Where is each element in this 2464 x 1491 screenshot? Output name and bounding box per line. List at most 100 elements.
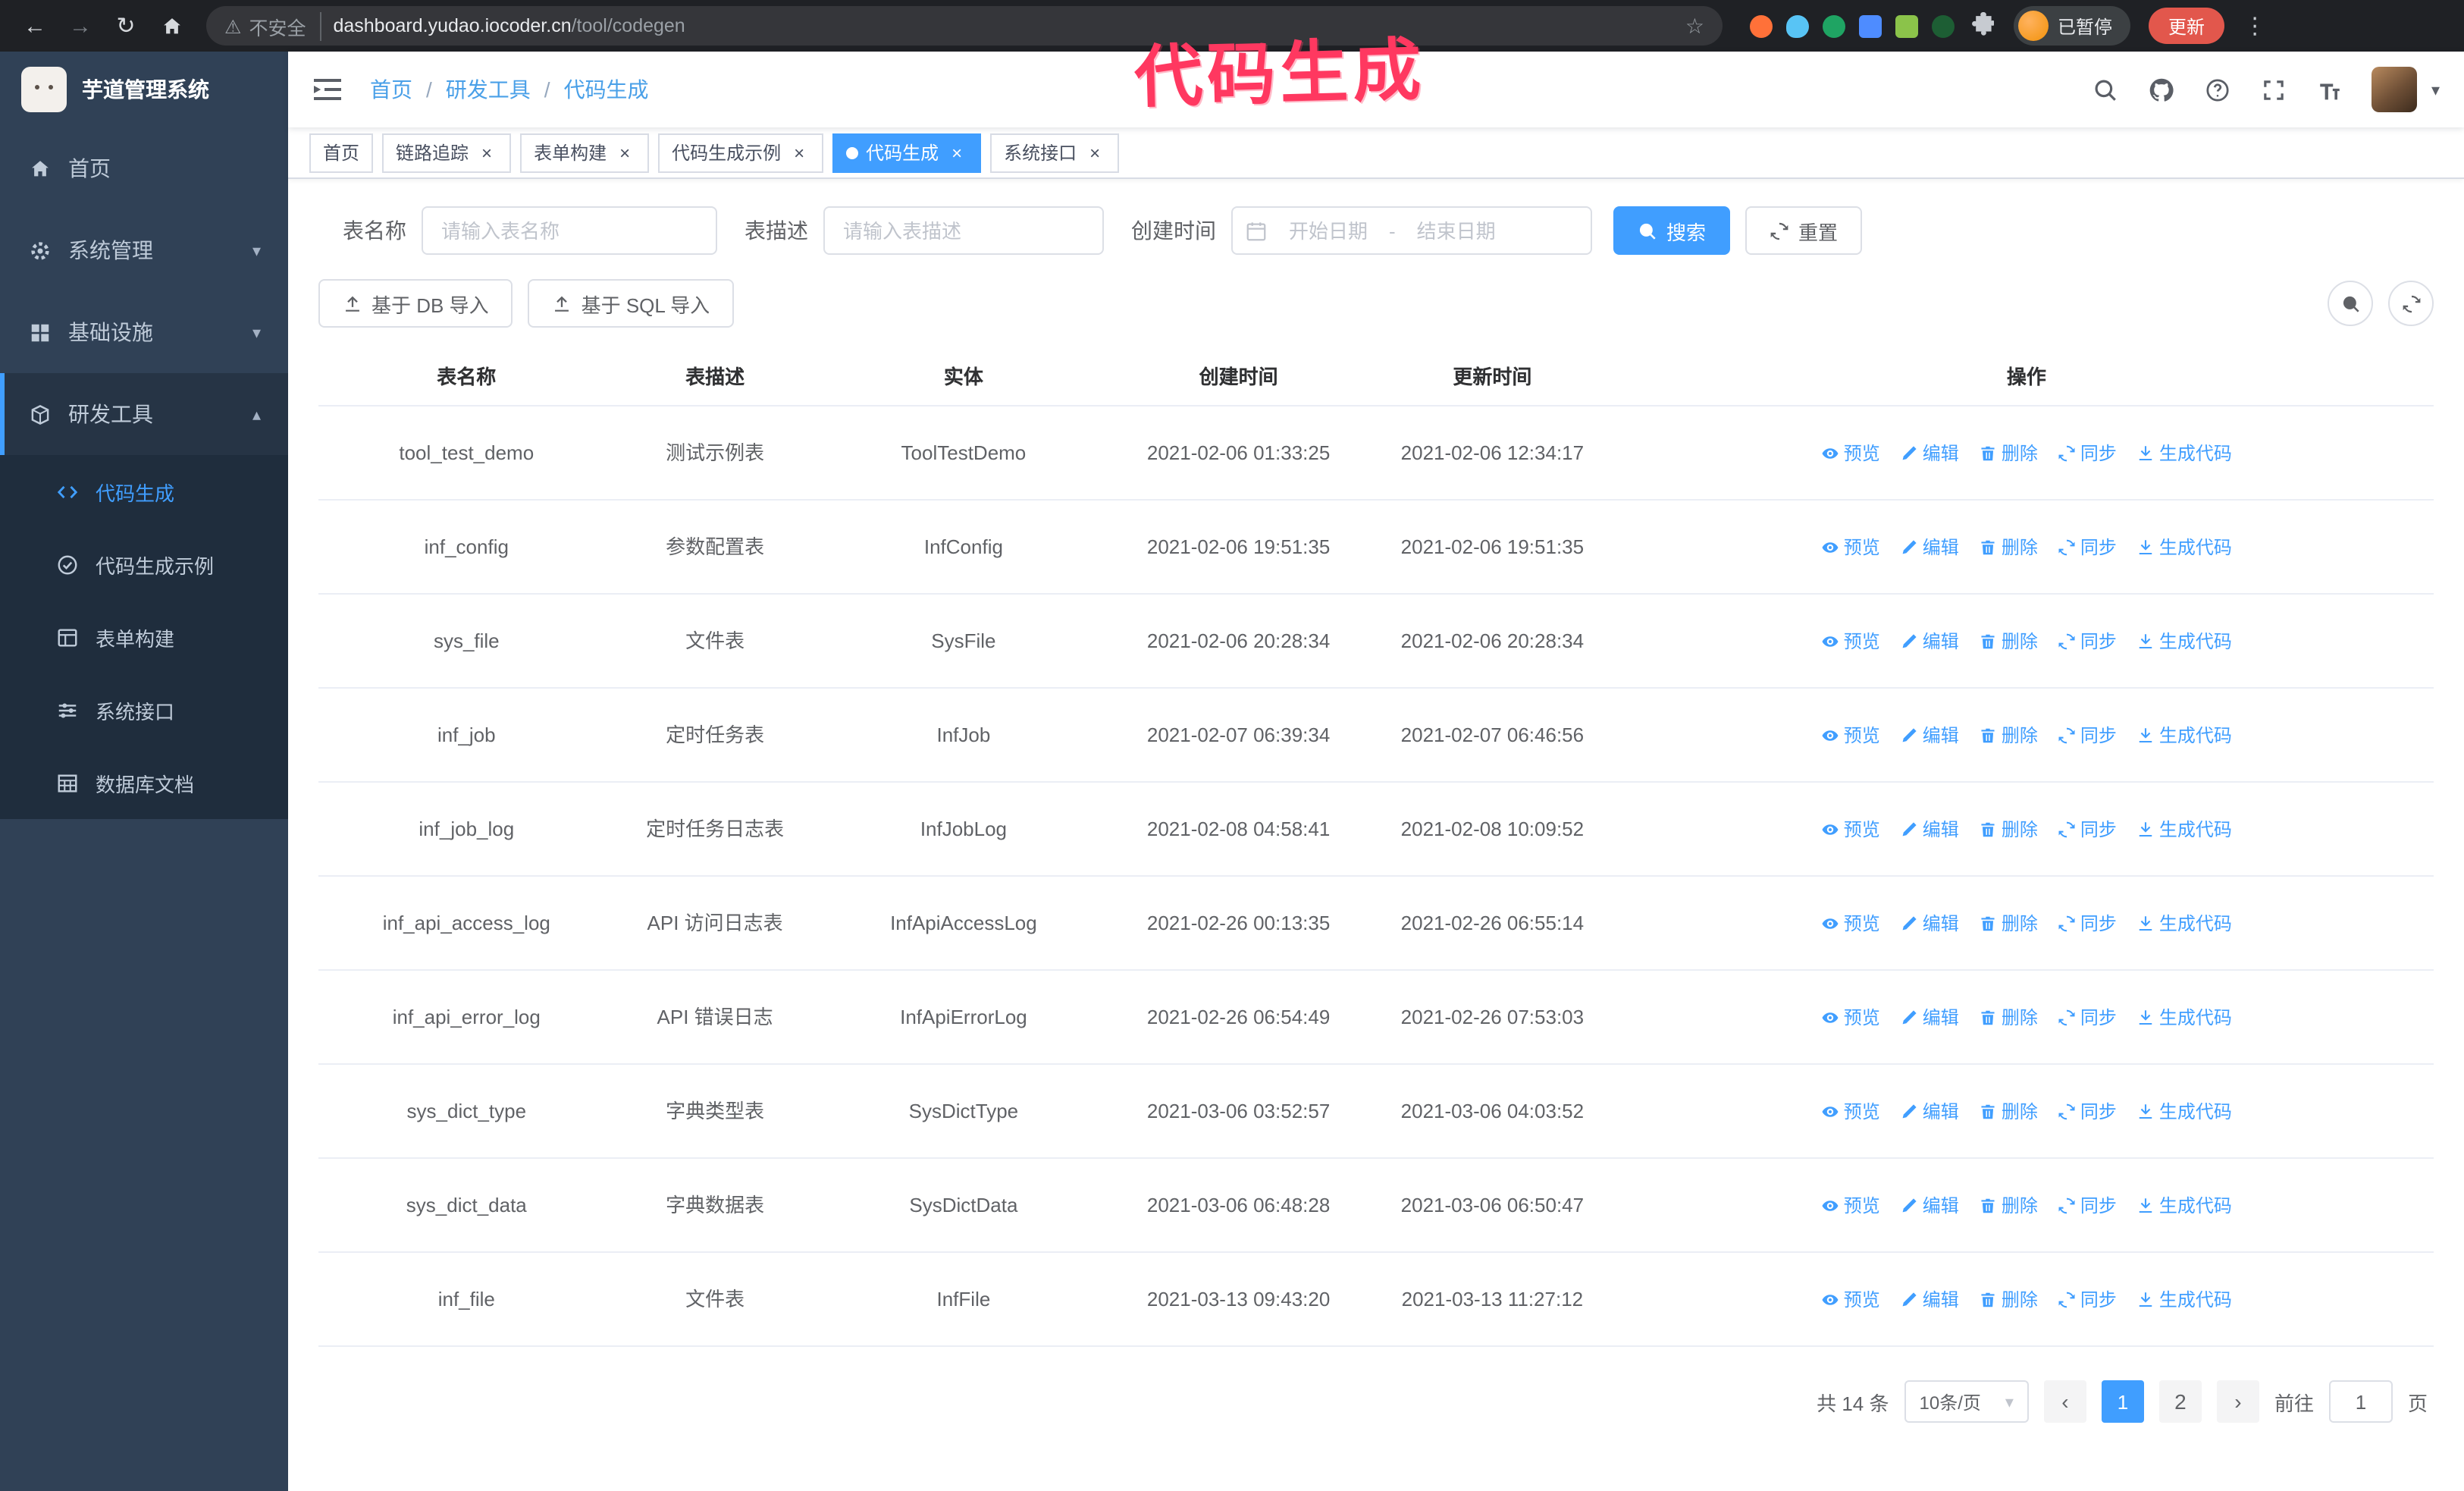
sidebar-item-dev-tools[interactable]: 研发工具 ▴ — [0, 373, 288, 455]
edit-link[interactable]: 编辑 — [1900, 627, 1959, 654]
hamburger-icon[interactable] — [312, 77, 343, 102]
preview-link[interactable]: 预览 — [1821, 721, 1880, 749]
sync-link[interactable]: 同步 — [2058, 1191, 2117, 1219]
delete-link[interactable]: 删除 — [1979, 1191, 2038, 1219]
extension-icon[interactable] — [1750, 14, 1773, 37]
browser-update-button[interactable]: 更新 — [2149, 8, 2225, 44]
edit-link[interactable]: 编辑 — [1900, 1003, 1959, 1031]
tab-close-icon[interactable]: × — [788, 142, 810, 163]
import-sql-button[interactable]: 基于 SQL 导入 — [528, 279, 735, 328]
create-time-range-picker[interactable]: - — [1231, 206, 1592, 255]
tab-1[interactable]: 链路追踪 × — [382, 133, 512, 172]
preview-link[interactable]: 预览 — [1821, 815, 1880, 843]
sync-link[interactable]: 同步 — [2058, 1285, 2117, 1313]
tab-3[interactable]: 代码生成示例 × — [658, 133, 824, 172]
avatar-caret-down-icon[interactable]: ▾ — [2431, 80, 2440, 99]
delete-link[interactable]: 删除 — [1979, 815, 2038, 843]
sidebar-item-db-doc[interactable]: 数据库文档 — [0, 746, 288, 819]
sync-link[interactable]: 同步 — [2058, 909, 2117, 937]
page-size-select[interactable]: 10条/页 ▾ — [1904, 1380, 2029, 1423]
breadcrumb-home[interactable]: 首页 — [370, 74, 412, 105]
generate-code-link[interactable]: 生成代码 — [2136, 1003, 2232, 1031]
preview-link[interactable]: 预览 — [1821, 533, 1880, 560]
extension-icon[interactable] — [1932, 14, 1955, 37]
generate-code-link[interactable]: 生成代码 — [2136, 1097, 2232, 1125]
table-name-input[interactable] — [422, 206, 717, 255]
browser-forward-button[interactable]: → — [61, 6, 100, 46]
tab-close-icon[interactable]: × — [614, 142, 635, 163]
edit-link[interactable]: 编辑 — [1900, 721, 1959, 749]
tab-close-icon[interactable]: × — [946, 142, 967, 163]
delete-link[interactable]: 删除 — [1979, 721, 2038, 749]
font-size-icon[interactable] — [2316, 76, 2343, 103]
edit-link[interactable]: 编辑 — [1900, 1097, 1959, 1125]
sync-link[interactable]: 同步 — [2058, 533, 2117, 560]
generate-code-link[interactable]: 生成代码 — [2136, 627, 2232, 654]
delete-link[interactable]: 删除 — [1979, 1097, 2038, 1125]
sync-link[interactable]: 同步 — [2058, 1097, 2117, 1125]
extension-icon[interactable] — [1823, 14, 1845, 37]
breadcrumb-dev-tools[interactable]: 研发工具 — [446, 74, 531, 105]
edit-link[interactable]: 编辑 — [1900, 1285, 1959, 1313]
delete-link[interactable]: 删除 — [1979, 1003, 2038, 1031]
prev-page-button[interactable]: ‹ — [2043, 1380, 2086, 1423]
preview-link[interactable]: 预览 — [1821, 1285, 1880, 1313]
sync-link[interactable]: 同步 — [2058, 627, 2117, 654]
generate-code-link[interactable]: 生成代码 — [2136, 721, 2232, 749]
extension-icon[interactable] — [1859, 14, 1882, 37]
user-avatar[interactable] — [2372, 67, 2418, 112]
sync-link[interactable]: 同步 — [2058, 721, 2117, 749]
delete-link[interactable]: 删除 — [1979, 627, 2038, 654]
extension-icon[interactable] — [1895, 14, 1918, 37]
preview-link[interactable]: 预览 — [1821, 1191, 1880, 1219]
site-security-chip[interactable]: ⚠ 不安全 — [224, 11, 321, 40]
generate-code-link[interactable]: 生成代码 — [2136, 533, 2232, 560]
browser-reload-button[interactable]: ↻ — [106, 6, 146, 46]
page-button-2[interactable]: 2 — [2158, 1380, 2202, 1423]
preview-link[interactable]: 预览 — [1821, 627, 1880, 654]
preview-link[interactable]: 预览 — [1821, 1097, 1880, 1125]
delete-link[interactable]: 删除 — [1979, 439, 2038, 466]
help-icon[interactable] — [2204, 76, 2231, 103]
sidebar-item-system-api[interactable]: 系统接口 — [0, 673, 288, 746]
edit-link[interactable]: 编辑 — [1900, 909, 1959, 937]
reset-button[interactable]: 重置 — [1745, 206, 1863, 255]
end-date-input[interactable] — [1398, 219, 1514, 242]
tab-close-icon[interactable]: × — [1084, 142, 1105, 163]
sidebar-item-codegen[interactable]: 代码生成 — [0, 455, 288, 528]
sidebar-item-system[interactable]: 系统管理 ▾ — [0, 209, 288, 291]
goto-page-input[interactable] — [2328, 1380, 2393, 1423]
toggle-search-button[interactable] — [2328, 281, 2373, 326]
sync-link[interactable]: 同步 — [2058, 815, 2117, 843]
edit-link[interactable]: 编辑 — [1900, 533, 1959, 560]
sync-link[interactable]: 同步 — [2058, 1003, 2117, 1031]
next-page-button[interactable]: › — [2216, 1380, 2259, 1423]
fullscreen-icon[interactable] — [2260, 76, 2287, 103]
tab-0[interactable]: 首页 — [309, 133, 374, 172]
github-icon[interactable] — [2148, 76, 2175, 103]
browser-menu-button[interactable]: ⋮ — [2240, 12, 2270, 39]
sidebar-item-infrastructure[interactable]: 基础设施 ▾ — [0, 291, 288, 373]
generate-code-link[interactable]: 生成代码 — [2136, 439, 2232, 466]
delete-link[interactable]: 删除 — [1979, 909, 2038, 937]
refresh-table-button[interactable] — [2388, 281, 2434, 326]
generate-code-link[interactable]: 生成代码 — [2136, 1191, 2232, 1219]
preview-link[interactable]: 预览 — [1821, 1003, 1880, 1031]
edit-link[interactable]: 编辑 — [1900, 815, 1959, 843]
sync-link[interactable]: 同步 — [2058, 439, 2117, 466]
bookmark-star-icon[interactable]: ☆ — [1685, 13, 1704, 39]
generate-code-link[interactable]: 生成代码 — [2136, 909, 2232, 937]
sidebar-item-form-builder[interactable]: 表单构建 — [0, 601, 288, 673]
preview-link[interactable]: 预览 — [1821, 909, 1880, 937]
search-button[interactable]: 搜索 — [1613, 206, 1731, 255]
search-icon[interactable] — [2092, 76, 2119, 103]
browser-profile-pill[interactable]: 已暂停 — [2014, 6, 2131, 46]
start-date-input[interactable] — [1271, 219, 1386, 242]
delete-link[interactable]: 删除 — [1979, 1285, 2038, 1313]
browser-back-button[interactable]: ← — [15, 6, 55, 46]
preview-link[interactable]: 预览 — [1821, 439, 1880, 466]
extension-icon[interactable] — [1786, 14, 1809, 37]
sidebar-item-home[interactable]: 首页 — [0, 127, 288, 209]
sidebar-logo[interactable]: 芋道管理系统 — [0, 52, 288, 127]
generate-code-link[interactable]: 生成代码 — [2136, 1285, 2232, 1313]
